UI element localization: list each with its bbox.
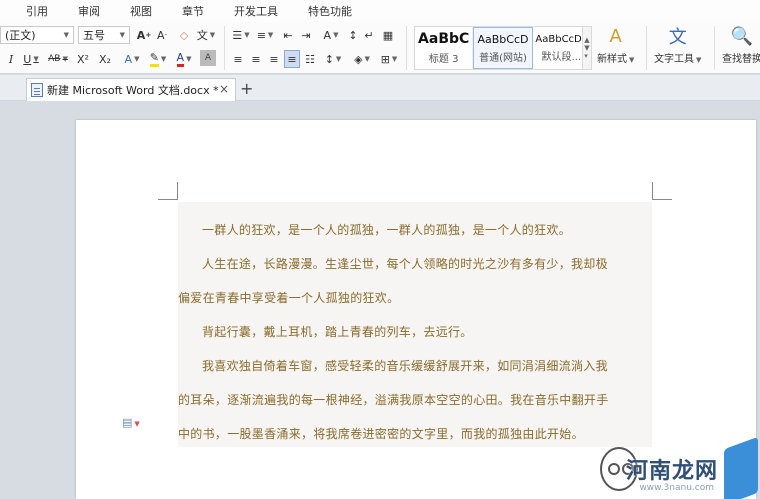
- line-spacing-button[interactable]: ↕ ▼: [322, 50, 344, 68]
- selected-text-block[interactable]: 一群人的狂欢，是一个人的孤独，一群人的孤独，是一个人的狂欢。 人生在途，长路漫漫…: [178, 202, 652, 447]
- text-tools-button[interactable]: 文 文字工具 ▼: [654, 24, 701, 65]
- strikethrough-button[interactable]: AB ▼: [46, 50, 70, 68]
- document-icon: [31, 83, 43, 97]
- add-tab-icon[interactable]: +: [240, 79, 253, 98]
- highlighter-icon: ✎: [149, 51, 159, 67]
- shading-button[interactable]: ◈ ▼: [350, 50, 374, 68]
- style-scroll-button[interactable]: ▲ ▼ ▾: [582, 26, 592, 70]
- borders-button[interactable]: ⊞ ▼: [378, 50, 400, 68]
- tab-references[interactable]: 引用: [26, 3, 48, 19]
- paragraph-line: 背起行囊，戴上耳机，踏上青春的列车，去远行。: [202, 325, 473, 339]
- font-size-value: 五号: [83, 29, 105, 42]
- tab-special-features[interactable]: 特色功能: [308, 3, 352, 19]
- paragraph-line: 偏爱在青春中享受着一个人孤独的狂欢。: [178, 291, 400, 305]
- new-style-button[interactable]: A 新样式 ▼: [597, 24, 634, 66]
- font-color-icon: A: [176, 51, 185, 67]
- tab-developer[interactable]: 开发工具: [234, 3, 278, 19]
- italic-button[interactable]: I: [4, 50, 18, 68]
- margin-mark-top-left: [158, 182, 178, 200]
- highlight-button[interactable]: ✎ ▼: [146, 50, 170, 68]
- distributed-button[interactable]: ☷: [302, 50, 318, 68]
- document-tab-strip: 新建 Microsoft Word 文档.docx * × +: [0, 75, 760, 101]
- chinese-layout-button[interactable]: A ▼: [320, 26, 342, 44]
- tab-review[interactable]: 审阅: [78, 3, 100, 19]
- superscript-button[interactable]: X²: [74, 50, 92, 68]
- style-sample: AaBbC: [418, 31, 470, 47]
- divider: [224, 26, 225, 70]
- table-grid-icon[interactable]: ▦: [380, 26, 396, 44]
- style-heading3[interactable]: AaBbC 标题 3: [415, 27, 474, 69]
- style-sample: AaBbCcD: [477, 32, 529, 46]
- paragraph-line: 中的书，一股墨香涌来，将我席卷进密密的文字里，而我的孤独由此开始。: [178, 427, 584, 441]
- align-right-button[interactable]: ≡: [266, 50, 282, 68]
- text-tools-label: 文字工具: [654, 54, 694, 65]
- paste-options-icon[interactable]: ▤ ▼: [122, 416, 140, 429]
- style-name: 标题 3: [428, 54, 459, 65]
- shrink-font-button[interactable]: A-: [154, 27, 170, 43]
- subscript-button[interactable]: X₂: [96, 50, 114, 68]
- style-gallery: AaBbC 标题 3 AaBbCcD 普通(网站) AaBbCcDc 默认段..…: [414, 26, 592, 70]
- align-left-button[interactable]: ≡: [230, 50, 246, 68]
- new-style-label: 新样式: [597, 54, 627, 65]
- style-name: 默认段...: [541, 51, 582, 63]
- style-normal-web[interactable]: AaBbCcD 普通(网站): [473, 27, 533, 69]
- underline-button[interactable]: U ▼: [20, 50, 42, 68]
- bullets-button[interactable]: ☰ ▼: [230, 26, 252, 44]
- close-icon[interactable]: ×: [219, 82, 229, 96]
- font-name-value: (正文): [5, 29, 36, 42]
- phonetic-guide-button[interactable]: 文 ▼: [196, 27, 216, 43]
- align-center-button[interactable]: ≡: [248, 50, 264, 68]
- divider: [406, 26, 407, 70]
- paragraph-line: 一群人的狂欢，是一个人的孤独，一群人的孤独，是一个人的狂欢。: [202, 223, 572, 237]
- ribbon: (正文) ▼ 五号 ▼ A + A- ◇ 文 ▼ I U ▼ AB ▼ X² X₂ A ▼…: [0, 22, 760, 74]
- show-marks-button[interactable]: ↵: [362, 26, 376, 44]
- paragraph-line: 人生在途，长路漫漫。生逢尘世，每个人领略的时光之沙有多有少，我却极: [202, 257, 608, 271]
- divider: [646, 26, 647, 70]
- numbering-button[interactable]: ≡ ▼: [254, 26, 276, 44]
- text-effect-button[interactable]: A ▼: [120, 50, 144, 68]
- tab-view[interactable]: 视图: [130, 3, 152, 19]
- find-replace-label: 查找替换: [722, 54, 760, 65]
- watermark-brand: 河南龙网: [625, 459, 718, 484]
- watermark-url: www.3nanu.com: [639, 483, 714, 493]
- font-name-select[interactable]: (正文) ▼: [0, 26, 74, 44]
- paragraph-line: 我喜欢独自倚着车窗，感受轻柔的音乐缓缓舒展开来，如同涓涓细流淌入我: [202, 359, 608, 373]
- decrease-indent-button[interactable]: ⇤: [280, 26, 296, 44]
- document-tab-title: 新建 Microsoft Word 文档.docx *: [47, 84, 219, 97]
- tab-chapter[interactable]: 章节: [182, 3, 204, 19]
- char-shading-button[interactable]: A: [200, 50, 216, 66]
- new-style-icon: A: [609, 25, 622, 47]
- font-size-select[interactable]: 五号 ▼: [78, 26, 130, 44]
- clear-format-icon[interactable]: ◇: [176, 27, 192, 43]
- grow-font-button[interactable]: A +: [136, 27, 152, 43]
- text-tools-icon: 文: [668, 27, 687, 48]
- watermark: 河南龙网 www.3nanu.com: [600, 436, 760, 499]
- strikethrough-icon: AB: [48, 54, 61, 64]
- chevron-down-icon: ▼: [63, 31, 69, 39]
- menu-bar: 引用 审阅 视图 章节 开发工具 特色功能: [0, 0, 760, 22]
- chevron-down-icon: ▼: [119, 31, 125, 39]
- document-tab[interactable]: 新建 Microsoft Word 文档.docx * ×: [26, 78, 236, 101]
- watermark-badge: [724, 436, 758, 499]
- find-replace-button[interactable]: 🔍 查找替换: [722, 24, 760, 66]
- justify-button[interactable]: ≡: [284, 50, 300, 68]
- magnifier-icon: 🔍: [730, 25, 754, 47]
- phonetic-icon: 文: [196, 29, 208, 42]
- divider: [714, 26, 715, 70]
- increase-indent-button[interactable]: ⇥: [298, 26, 314, 44]
- margin-mark-top-right: [652, 182, 672, 200]
- style-name: 普通(网站): [479, 52, 527, 64]
- paragraph-line: 的耳朵，逐渐流遍我的每一根神经，溢满我原本空空的心田。我在音乐中翻开手: [178, 393, 609, 407]
- font-color-button[interactable]: A ▼: [172, 50, 196, 68]
- underline-icon: U: [23, 52, 32, 66]
- sort-button[interactable]: ↕: [346, 26, 360, 44]
